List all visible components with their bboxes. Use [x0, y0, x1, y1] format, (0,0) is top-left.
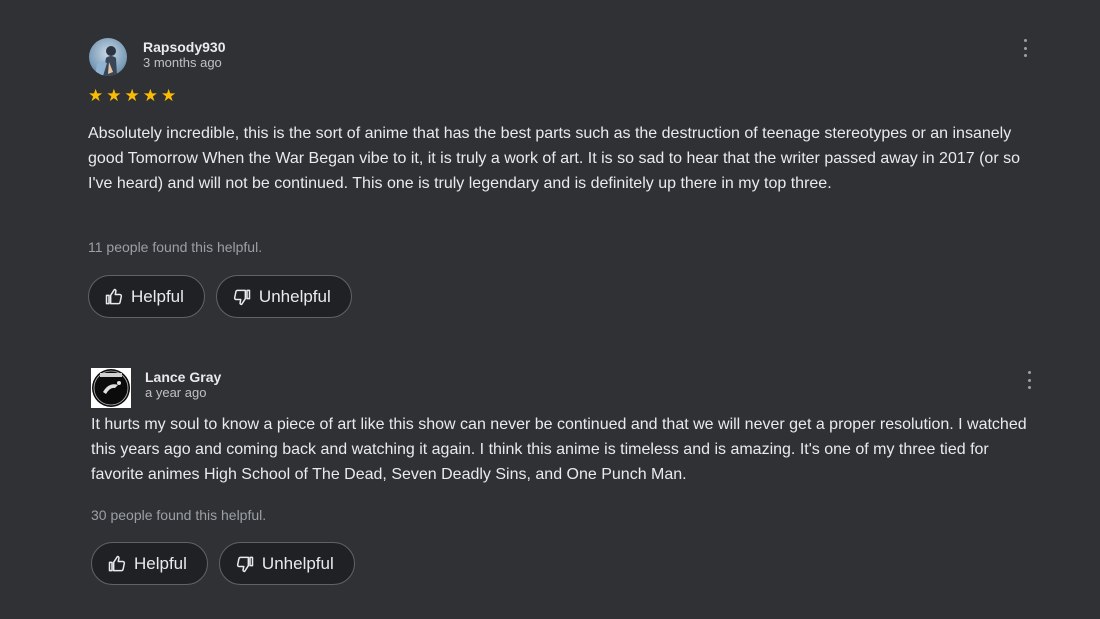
- more-vert-icon[interactable]: [1023, 371, 1035, 389]
- star-rating: ★ ★ ★ ★ ★: [88, 88, 176, 105]
- review-text: It hurts my soul to know a piece of art …: [91, 416, 1027, 483]
- star-icon: ★: [106, 86, 122, 106]
- avatar[interactable]: [89, 38, 127, 76]
- author-name[interactable]: Lance Gray: [145, 369, 221, 385]
- helpful-count: 30 people found this helpful.: [91, 507, 267, 523]
- star-icon: ★: [88, 86, 104, 106]
- helpful-button[interactable]: Helpful: [91, 542, 208, 585]
- unhelpful-button[interactable]: Unhelpful: [215, 275, 352, 318]
- thumb-down-icon: [233, 289, 251, 305]
- review-header: Lance Gray a year ago: [91, 368, 221, 408]
- review-date: a year ago: [145, 385, 207, 400]
- thumb-up-icon: [105, 288, 123, 304]
- vote-row: Helpful Unhelpful: [91, 542, 355, 585]
- star-icon: ★: [142, 86, 158, 106]
- avatar[interactable]: [91, 368, 131, 408]
- unhelpful-label: Unhelpful: [261, 553, 334, 573]
- review-text: Absolutely incredible, this is the sort …: [88, 125, 1020, 192]
- more-vert-icon[interactable]: [1019, 39, 1031, 57]
- unhelpful-button[interactable]: Unhelpful: [218, 542, 355, 585]
- review-header: Rapsody930 3 months ago: [89, 38, 225, 76]
- star-icon: ★: [161, 86, 177, 106]
- vote-row: Helpful Unhelpful: [88, 275, 352, 318]
- thumb-up-icon: [108, 555, 126, 571]
- star-icon: ★: [124, 86, 140, 106]
- thumb-down-icon: [236, 556, 254, 572]
- helpful-count: 11 people found this helpful.: [88, 239, 263, 255]
- helpful-label: Helpful: [131, 286, 184, 306]
- review-date: 3 months ago: [143, 55, 222, 70]
- author-name[interactable]: Rapsody930: [143, 39, 225, 55]
- helpful-label: Helpful: [134, 553, 187, 573]
- helpful-button[interactable]: Helpful: [88, 275, 205, 318]
- unhelpful-label: Unhelpful: [258, 286, 331, 306]
